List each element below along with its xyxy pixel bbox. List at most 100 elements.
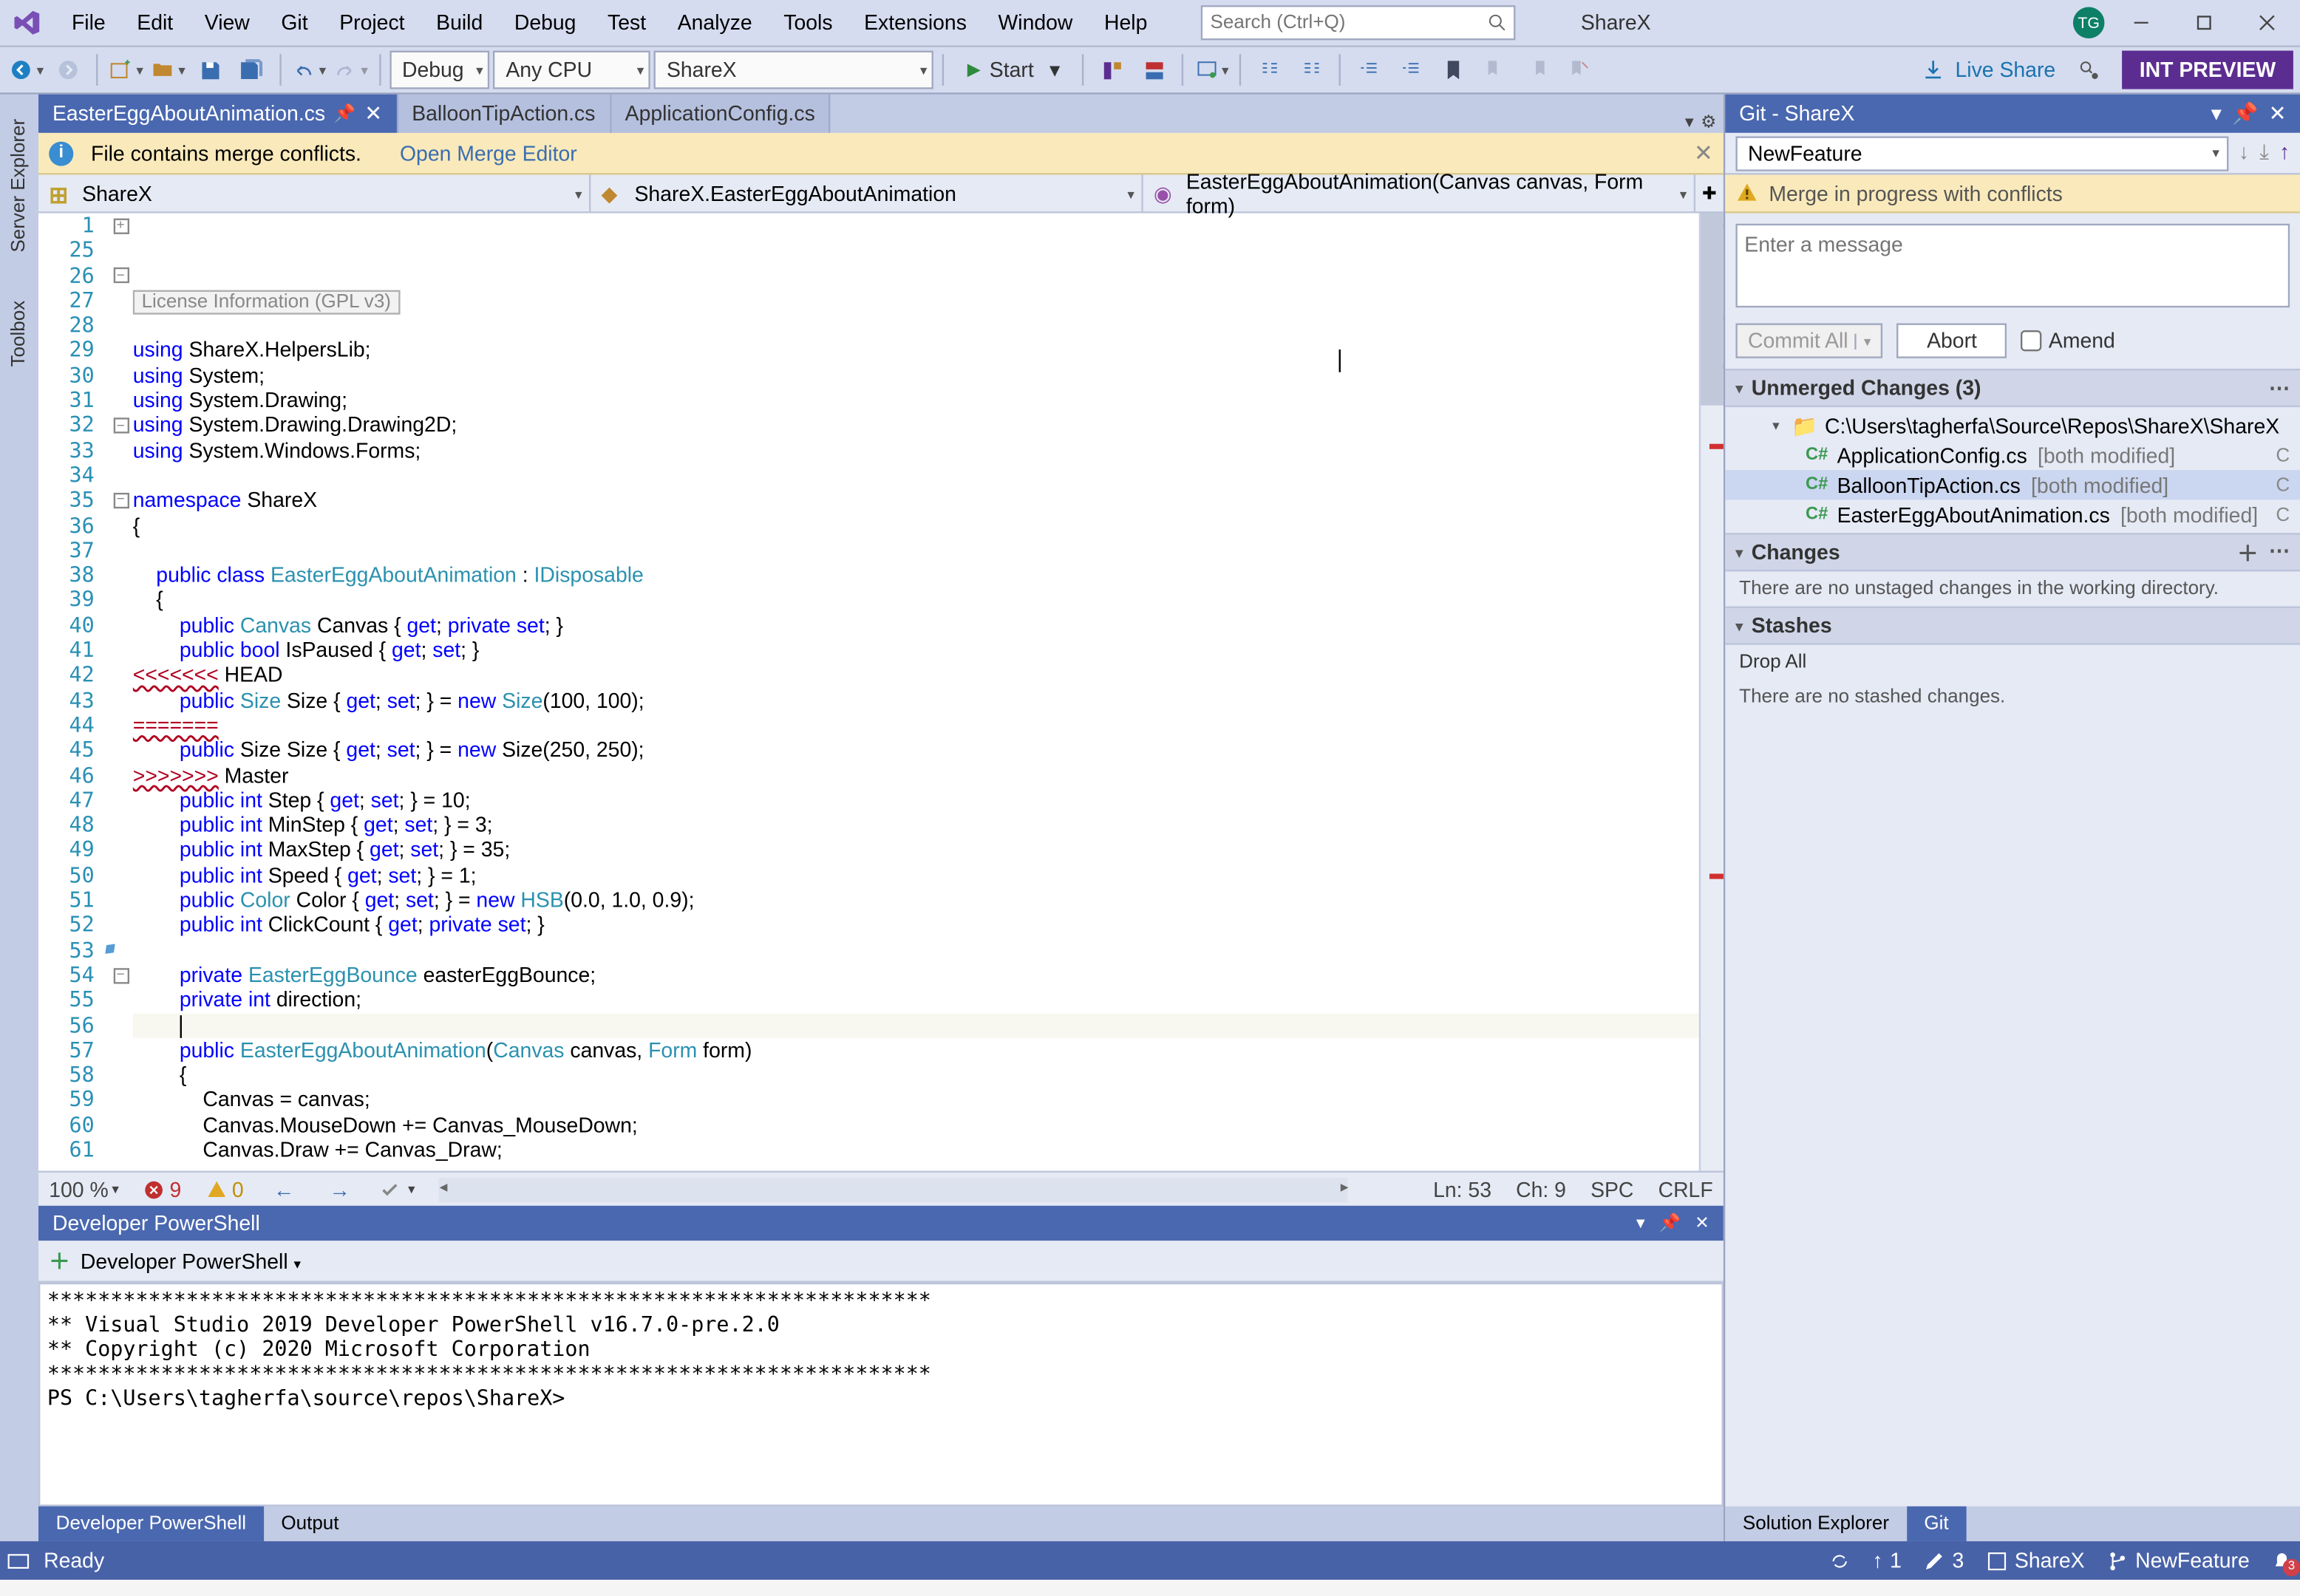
menu-window[interactable]: Window: [982, 4, 1089, 42]
status-sync[interactable]: [1828, 1549, 1851, 1572]
panel-dropdown-button[interactable]: ▾: [1636, 1213, 1645, 1232]
tb-icon-3[interactable]: ▾: [1193, 51, 1231, 89]
menu-test[interactable]: Test: [592, 4, 662, 42]
rail-toolbox[interactable]: Toolbox: [4, 287, 35, 382]
status-repo[interactable]: ShareX: [1985, 1548, 2085, 1572]
bookmark-clear-button[interactable]: [1560, 51, 1599, 89]
error-count[interactable]: 9: [143, 1177, 181, 1201]
powershell-add-icon[interactable]: ＋: [49, 1246, 69, 1275]
tree-repo-row[interactable]: ▾📁C:\Users\tagherfa\Source\Repos\ShareX\…: [1725, 411, 2300, 440]
close-button[interactable]: [2241, 5, 2293, 40]
bookmark-button[interactable]: [1434, 51, 1472, 89]
config-dropdown[interactable]: Debug: [389, 51, 490, 89]
rail-server-explorer[interactable]: Server Explorer: [4, 105, 35, 267]
git-panel-pin[interactable]: 📌: [2232, 101, 2258, 126]
tabs-overflow-button[interactable]: ▾: [1685, 114, 1694, 133]
stage-all-button[interactable]: ＋: [2237, 537, 2258, 567]
unmerged-more-button[interactable]: ⋯: [2269, 375, 2290, 400]
undo-file-button[interactable]: C: [2276, 445, 2290, 466]
status-outgoing[interactable]: ↑ 1: [1872, 1548, 1901, 1572]
unmerged-file-row[interactable]: C#ApplicationConfig.cs [both modified]C: [1725, 440, 2300, 470]
unmerged-header[interactable]: ▾Unmerged Changes (3)⋯: [1725, 369, 2300, 407]
indent-more-button[interactable]: [1392, 51, 1431, 89]
editor-hscrollbar[interactable]: ◂▸: [440, 1177, 1349, 1201]
doc-tab[interactable]: ApplicationConfig.cs: [611, 95, 831, 133]
menu-project[interactable]: Project: [324, 4, 421, 42]
fetch-button[interactable]: ↓: [2239, 140, 2249, 166]
tb-icon-1[interactable]: [1093, 51, 1132, 89]
nav-project-combo[interactable]: ⊞ShareX: [38, 175, 591, 214]
open-button[interactable]: ▾: [149, 51, 187, 89]
whitespace-mode[interactable]: SPC: [1590, 1177, 1633, 1201]
nav-type-combo[interactable]: ◆ShareX.EasterEggAboutAnimation: [591, 175, 1143, 214]
panel-pin-button[interactable]: 📌: [1659, 1213, 1681, 1232]
powershell-terminal[interactable]: ****************************************…: [38, 1283, 1724, 1507]
nav-split-button[interactable]: ✚: [1695, 175, 1724, 214]
tab-pin-button[interactable]: 📌: [334, 104, 355, 123]
start-button[interactable]: ▶Start▾: [953, 51, 1074, 89]
int-preview-badge[interactable]: INT PREVIEW: [2122, 51, 2293, 89]
avatar[interactable]: TG: [2073, 7, 2105, 38]
live-share-button[interactable]: Live Share: [1910, 58, 2066, 82]
undo-file-button[interactable]: C: [2276, 474, 2290, 495]
bottom-tab[interactable]: Output: [264, 1507, 356, 1541]
unmerged-file-row[interactable]: C#BalloonTipAction.cs [both modified]C: [1725, 470, 2300, 499]
status-pending[interactable]: 3: [1922, 1548, 1964, 1572]
right-tab[interactable]: Git: [1907, 1507, 1967, 1541]
save-button[interactable]: [191, 51, 229, 89]
menu-edit[interactable]: Edit: [121, 4, 188, 42]
feedback-button[interactable]: [2069, 51, 2108, 89]
line-ending[interactable]: CRLF: [1658, 1177, 1713, 1201]
unmerged-file-row[interactable]: C#EasterEggAboutAnimation.cs [both modif…: [1725, 499, 2300, 529]
new-item-button[interactable]: ▾: [106, 51, 145, 89]
indent-less-button[interactable]: [1350, 51, 1389, 89]
branch-dropdown[interactable]: NewFeature: [1735, 135, 2228, 170]
abort-button[interactable]: Abort: [1897, 324, 2007, 358]
zoom-dropdown[interactable]: 100 % ▾: [49, 1177, 119, 1201]
issue-next-button[interactable]: →: [324, 1177, 356, 1201]
git-panel-close[interactable]: ✕: [2269, 101, 2287, 126]
redo-button[interactable]: ▾: [332, 51, 370, 89]
issue-scope-dropdown[interactable]: ▾: [380, 1179, 415, 1199]
minimize-button[interactable]: [2115, 5, 2168, 40]
pull-button[interactable]: ⤓: [2259, 140, 2269, 166]
menu-file[interactable]: File: [56, 4, 121, 42]
search-box[interactable]: [1202, 5, 1517, 40]
menu-git[interactable]: Git: [265, 4, 324, 42]
bottom-tab[interactable]: Developer PowerShell: [38, 1507, 264, 1541]
panel-close-button[interactable]: ✕: [1695, 1213, 1709, 1232]
git-panel-dropdown[interactable]: ▾: [2211, 101, 2222, 126]
stash-drop-all[interactable]: Drop All: [1725, 645, 2300, 680]
menu-view[interactable]: View: [188, 4, 265, 42]
platform-dropdown[interactable]: Any CPU: [494, 51, 651, 89]
uncomment-button[interactable]: [1293, 51, 1331, 89]
search-input[interactable]: [1211, 13, 1488, 33]
open-merge-editor-link[interactable]: Open Merge Editor: [400, 140, 577, 165]
code-editor[interactable]: 1252627282930313233343536373839404142434…: [38, 214, 1724, 1171]
undo-file-button[interactable]: C: [2276, 504, 2290, 525]
bookmark-prev-button[interactable]: [1476, 51, 1514, 89]
doc-tab[interactable]: BalloonTipAction.cs: [398, 95, 610, 133]
push-button[interactable]: ↑: [2279, 140, 2290, 166]
amend-checkbox[interactable]: Amend: [2021, 329, 2115, 353]
undo-button[interactable]: ▾: [290, 51, 329, 89]
tab-close-button[interactable]: ✕: [364, 101, 382, 126]
commit-button[interactable]: Commit All▾: [1735, 324, 1883, 358]
save-all-button[interactable]: [233, 51, 271, 89]
changes-more-button[interactable]: ⋯: [2269, 537, 2290, 567]
comment-button[interactable]: [1251, 51, 1289, 89]
stashes-header[interactable]: ▾Stashes: [1725, 607, 2300, 645]
maximize-button[interactable]: [2178, 5, 2231, 40]
commit-message-input[interactable]: [1735, 224, 2290, 308]
bookmark-next-button[interactable]: [1518, 51, 1556, 89]
solution-name[interactable]: ShareX: [1554, 4, 1677, 42]
warning-count[interactable]: 0: [205, 1177, 243, 1201]
doc-tab[interactable]: EasterEggAboutAnimation.cs📌✕: [38, 95, 398, 133]
changes-header[interactable]: ▾Changes＋⋯: [1725, 533, 2300, 571]
editor-vscrollbar[interactable]: [1699, 214, 1724, 1171]
menu-build[interactable]: Build: [421, 4, 499, 42]
menu-extensions[interactable]: Extensions: [848, 4, 982, 42]
nav-member-combo[interactable]: ◉EasterEggAboutAnimation(Canvas canvas, …: [1143, 175, 1695, 214]
infobar-close-button[interactable]: ✕: [1694, 139, 1713, 167]
tb-icon-2[interactable]: [1135, 51, 1174, 89]
